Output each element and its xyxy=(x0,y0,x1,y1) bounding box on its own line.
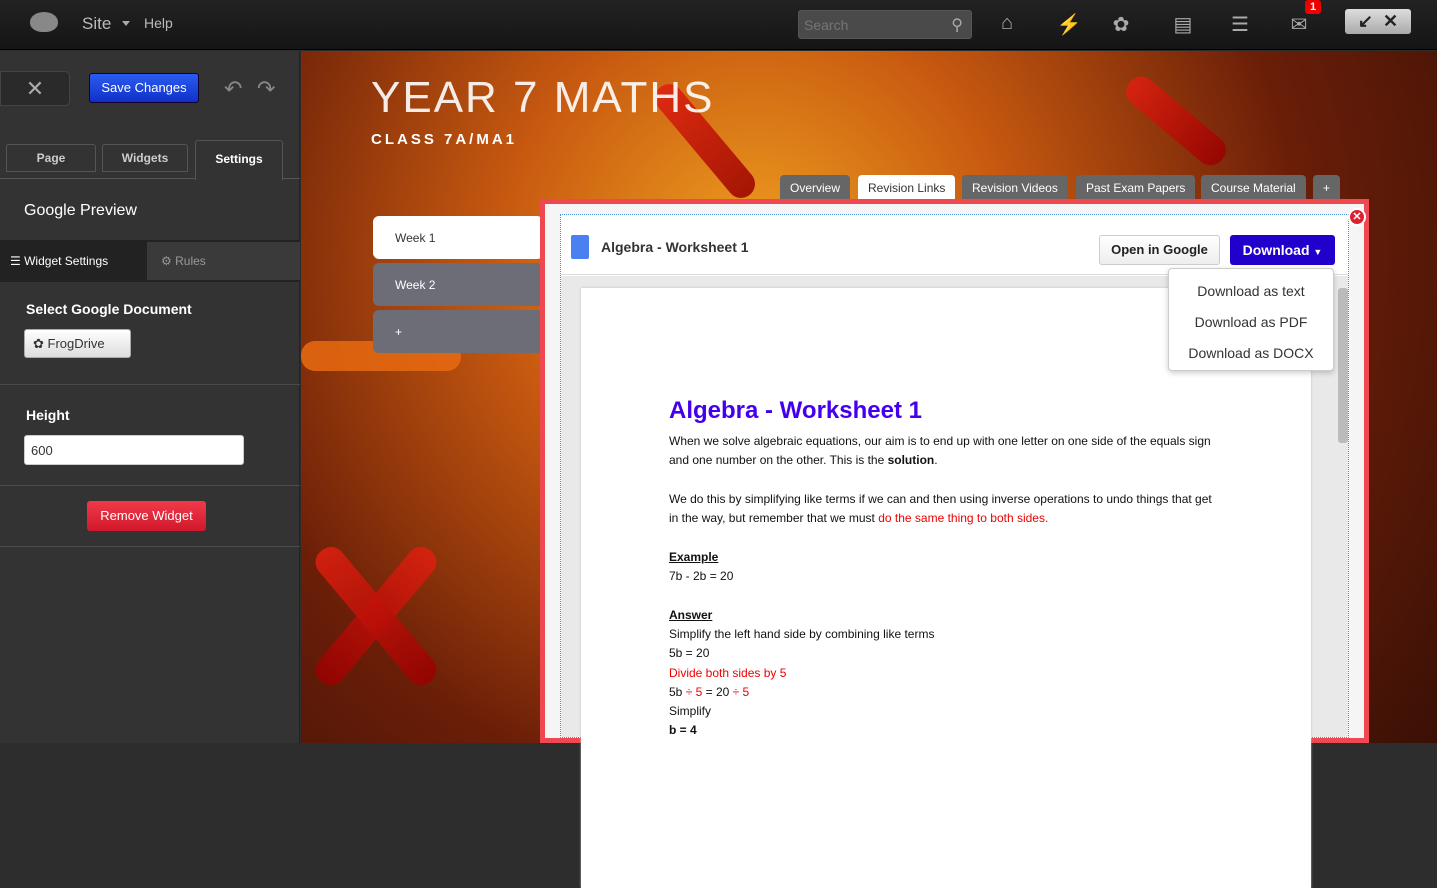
document-heading: Algebra - Worksheet 1 xyxy=(669,397,922,424)
example-heading: Example xyxy=(669,549,719,564)
tab-revision-videos[interactable]: Revision Videos xyxy=(962,175,1068,199)
text: ÷ 5 xyxy=(685,684,703,699)
google-preview-widget[interactable]: ✕ Algebra - Worksheet 1 Open in Google D… xyxy=(540,199,1369,888)
bold-text: solution xyxy=(887,453,935,468)
close-icon[interactable]: ✕ xyxy=(1383,11,1398,31)
tab-page[interactable]: Page xyxy=(6,144,96,172)
widget-title: Google Preview xyxy=(24,202,137,219)
step: Divide both sides by 5 xyxy=(669,665,787,680)
edit-panel: ✕ Save Changes ↶ ↷ Page Widgets Settings… xyxy=(0,51,300,743)
frogdrive-button[interactable]: ✿ FrogDrive xyxy=(24,329,131,358)
menu-item-download-docx[interactable]: Download as DOCX xyxy=(1169,345,1333,361)
download-menu: Download as text Download as PDF Downloa… xyxy=(1168,268,1334,371)
top-bar: Site Help ⚲ ⌂ ⚡ ✿ ▤ ☰ ✉ 1 ↙ ✕ xyxy=(0,0,1437,50)
frogdrive-icon: ✿ xyxy=(33,336,44,351)
home-icon[interactable]: ⌂ xyxy=(994,12,1020,35)
add-week-button[interactable]: + xyxy=(373,310,543,353)
document-page: Algebra - Worksheet 1 When we solve alge… xyxy=(581,288,1311,888)
search-input[interactable] xyxy=(804,17,944,33)
text: 5b xyxy=(669,684,686,699)
paragraph: We do this by simplifying like terms if … xyxy=(669,490,1223,529)
divider xyxy=(0,546,300,547)
text: = 20 xyxy=(702,684,733,699)
tab-label: Widget Settings xyxy=(24,254,109,268)
open-in-google-button[interactable]: Open in Google xyxy=(1099,235,1220,265)
tab-rules[interactable]: ⚙ Rules xyxy=(147,242,300,280)
answer-heading: Answer xyxy=(669,607,713,622)
lightning-icon[interactable]: ⚡ xyxy=(1056,12,1082,37)
help-link[interactable]: Help xyxy=(144,15,173,31)
step: Simplify the left hand side by combining… xyxy=(669,626,935,641)
download-button[interactable]: Download ▼ xyxy=(1230,235,1335,265)
widget-content: Algebra - Worksheet 1 Open in Google Dow… xyxy=(560,214,1349,888)
page-title: YEAR 7 MATHS xyxy=(371,73,715,122)
chat-icon[interactable]: ✉ xyxy=(1286,12,1312,37)
equation: 7b - 2b = 20 xyxy=(669,569,734,584)
undo-icon[interactable]: ↶ xyxy=(224,76,242,102)
menu-item-download-text[interactable]: Download as text xyxy=(1169,283,1333,299)
collapse-close-button[interactable]: ↙ ✕ xyxy=(1345,9,1411,34)
checklist-icon[interactable]: ☰ xyxy=(1227,12,1253,37)
save-changes-button[interactable]: Save Changes xyxy=(89,73,199,103)
google-doc-icon xyxy=(571,235,589,259)
redo-icon[interactable]: ↷ xyxy=(257,76,275,102)
frog-logo-icon[interactable] xyxy=(30,12,58,32)
tab-course-material[interactable]: Course Material xyxy=(1201,175,1306,199)
divider xyxy=(0,485,300,486)
scrollbar[interactable] xyxy=(1338,288,1348,443)
tab-label: Rules xyxy=(175,254,206,268)
button-label: Download xyxy=(1242,242,1310,258)
week-2-item[interactable]: Week 2 xyxy=(373,263,543,306)
divider xyxy=(0,384,300,385)
step: 5b ÷ 5 = 20 ÷ 5 xyxy=(669,683,1223,702)
search-box: ⚲ xyxy=(798,10,972,39)
background-decoration xyxy=(1120,70,1232,172)
add-tab-button[interactable]: + xyxy=(1313,175,1341,199)
page-subtitle: CLASS 7A/MA1 xyxy=(371,131,518,148)
collapse-icon[interactable]: ↙ xyxy=(1358,11,1373,31)
select-document-label: Select Google Document xyxy=(26,301,192,317)
text: When we solve algebraic equations, our a… xyxy=(669,434,1211,468)
text: ÷ 5 xyxy=(732,684,750,699)
document-header: Algebra - Worksheet 1 Open in Google Dow… xyxy=(561,215,1348,371)
tab-past-exam-papers[interactable]: Past Exam Papers xyxy=(1076,175,1196,199)
tab-revision-links[interactable]: Revision Links xyxy=(858,175,956,199)
document-title: Algebra - Worksheet 1 xyxy=(601,239,749,255)
step: b = 4 xyxy=(669,723,697,738)
button-label: FrogDrive xyxy=(47,336,105,351)
sliders-icon: ☰ xyxy=(10,254,21,268)
remove-widget-icon[interactable]: ✕ xyxy=(1348,208,1366,226)
search-icon[interactable]: ⚲ xyxy=(951,15,963,35)
caret-down-icon: ▼ xyxy=(1313,247,1323,257)
chevron-down-icon[interactable] xyxy=(122,21,130,26)
tab-widgets[interactable]: Widgets xyxy=(102,144,188,172)
highlight-text: do the same thing to both sides. xyxy=(878,511,1049,526)
menu-dropdown-icon[interactable]: ▤ xyxy=(1170,12,1196,37)
week-1-item[interactable]: Week 1 xyxy=(373,216,543,259)
tab-widget-settings[interactable]: ☰ Widget Settings xyxy=(0,242,147,280)
site-menu[interactable]: Site xyxy=(82,14,111,34)
height-input[interactable] xyxy=(24,435,244,465)
settings-subtabs: ☰ Widget Settings ⚙ Rules xyxy=(0,240,300,282)
frogdrive-icon[interactable]: ✿ xyxy=(1108,12,1134,37)
notification-badge: 1 xyxy=(1305,0,1322,14)
close-panel-button[interactable]: ✕ xyxy=(0,71,70,106)
remove-widget-button[interactable]: Remove Widget xyxy=(87,501,206,531)
height-label: Height xyxy=(26,407,70,423)
step: Simplify xyxy=(669,704,712,719)
paragraph: When we solve algebraic equations, our a… xyxy=(669,432,1223,471)
menu-item-download-pdf[interactable]: Download as PDF xyxy=(1169,314,1333,330)
text: . xyxy=(934,453,938,468)
step: 5b = 20 xyxy=(669,646,710,661)
tab-settings[interactable]: Settings xyxy=(195,140,283,180)
tab-overview[interactable]: Overview xyxy=(780,175,851,199)
gears-icon: ⚙ xyxy=(161,254,172,268)
